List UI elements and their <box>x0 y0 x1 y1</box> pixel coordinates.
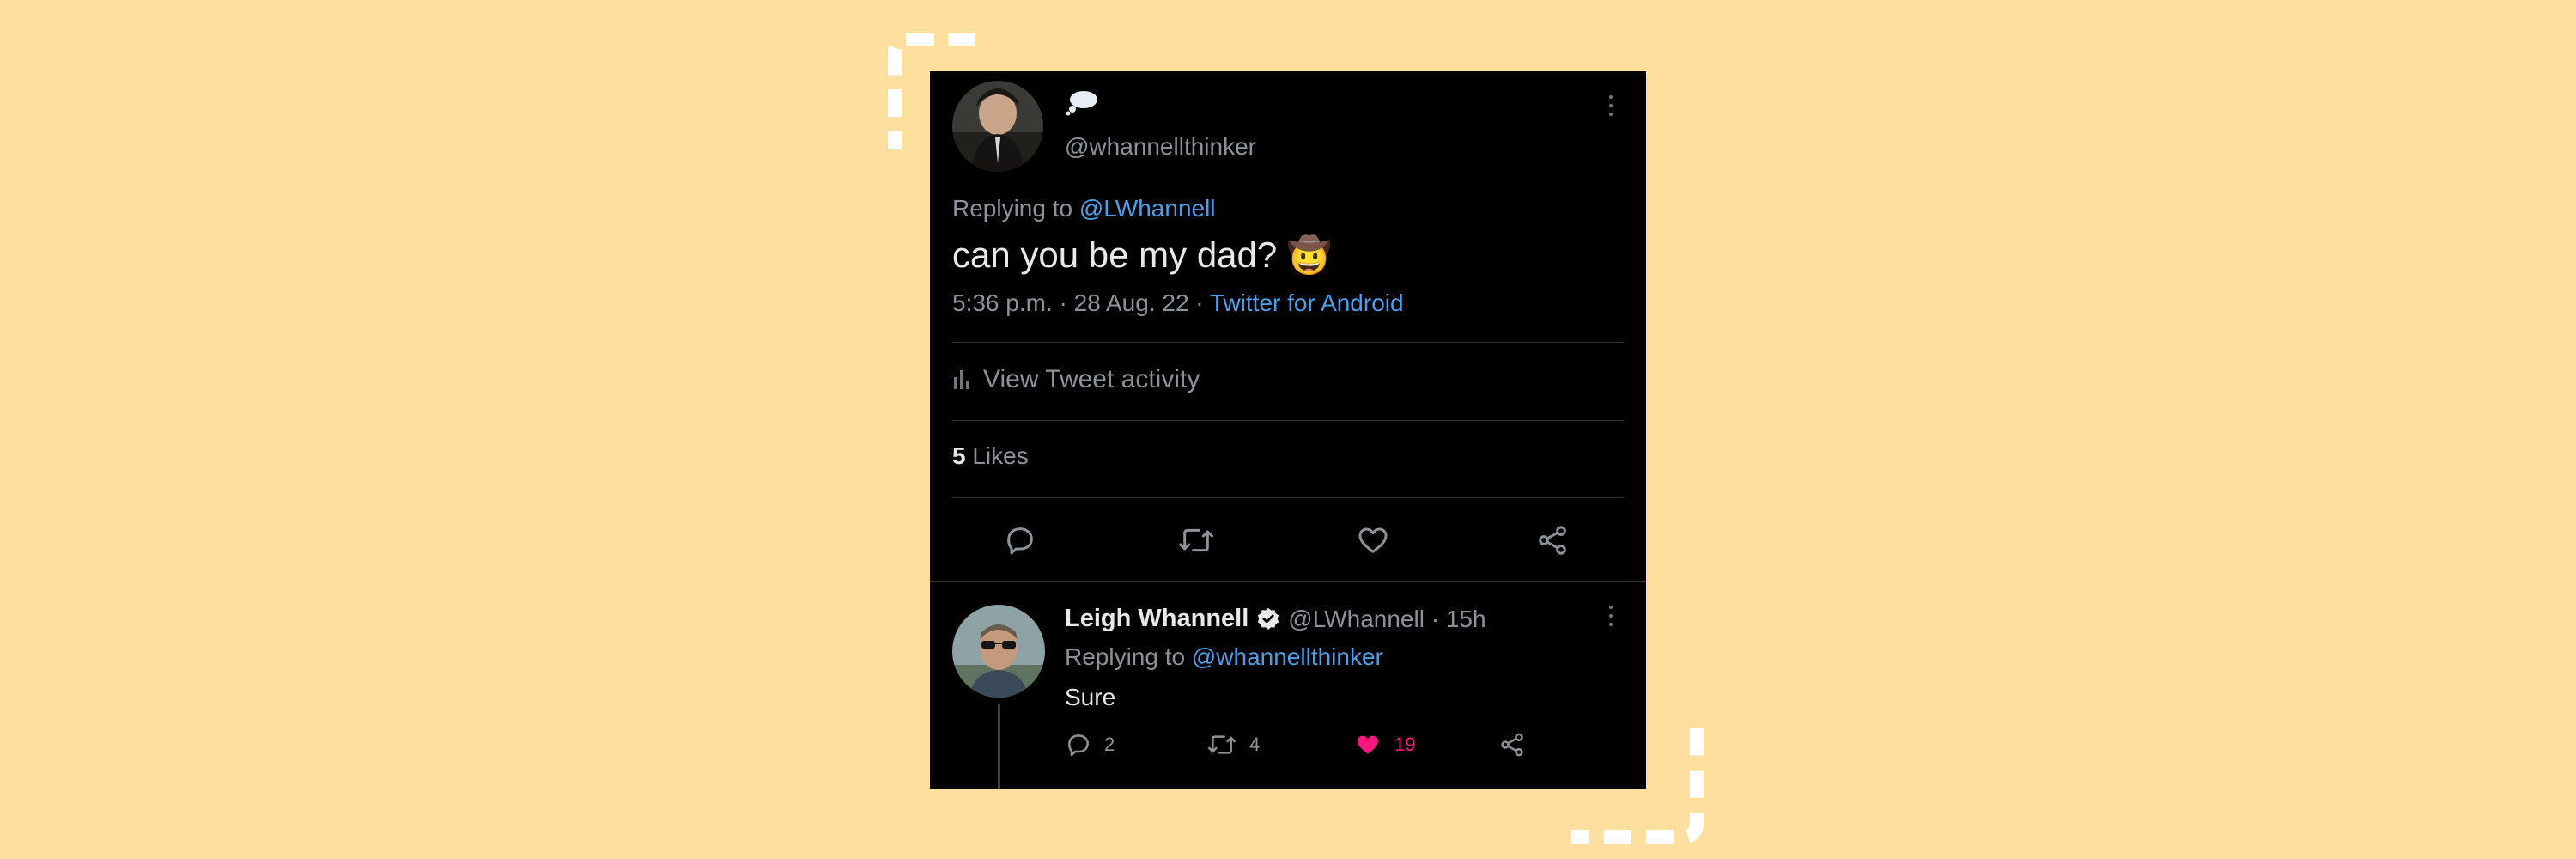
thought-bubble-icon <box>1065 88 1099 116</box>
reply-reply-button[interactable]: 2 <box>1065 731 1115 758</box>
reply-text: Sure <box>1065 684 1116 710</box>
share-button[interactable] <box>1535 523 1570 557</box>
thread-line <box>998 704 1000 789</box>
divider <box>952 497 1624 498</box>
reply-share-button[interactable] <box>1498 731 1526 758</box>
likes-summary[interactable]: 5 Likes <box>952 442 1029 470</box>
share-icon <box>1539 526 1566 555</box>
author-handle[interactable]: @whannellthinker <box>1065 133 1256 161</box>
reply-author-avatar[interactable] <box>952 605 1045 698</box>
tweet-thread-card: @whannellthinker Replying to @LWhannell … <box>930 71 1646 789</box>
view-tweet-activity-label: View Tweet activity <box>983 365 1200 393</box>
author-avatar[interactable] <box>952 81 1043 172</box>
reply-button[interactable] <box>1003 523 1037 557</box>
reply-retweet-button[interactable]: 4 <box>1206 731 1260 758</box>
divider <box>930 581 1646 582</box>
reply-reply-count: 2 <box>1104 734 1115 755</box>
divider <box>952 420 1624 421</box>
like-filled-icon <box>1358 735 1378 754</box>
replying-to-line: Replying to @LWhannell <box>952 195 1216 222</box>
reply-replying-to-mention[interactable]: @whannellthinker <box>1192 643 1383 670</box>
likes-label: Likes <box>972 442 1029 469</box>
reply-icon <box>1007 527 1033 555</box>
like-icon <box>1358 527 1388 553</box>
reply-author-name[interactable]: Leigh Whannell <box>1065 605 1249 633</box>
reply-more-options-icon[interactable] <box>1608 606 1613 626</box>
view-tweet-activity-button[interactable]: View Tweet activity <box>952 365 1200 394</box>
share-icon <box>1501 733 1523 757</box>
tweet-source[interactable]: Twitter for Android <box>1210 289 1404 316</box>
reply-retweet-count: 4 <box>1249 734 1261 755</box>
tweet-meta: 5:36 p.m. · 28 Aug. 22 · Twitter for And… <box>952 289 1404 317</box>
replying-to-label: Replying to <box>952 195 1073 222</box>
divider <box>952 342 1624 343</box>
tweet-timestamp[interactable]: 5:36 p.m. · 28 Aug. 22 · <box>952 289 1204 316</box>
more-options-icon[interactable] <box>1608 95 1613 116</box>
retweet-button[interactable] <box>1177 523 1215 557</box>
tweet-text: can you be my dad? 🤠 <box>952 235 1333 275</box>
retweet-icon <box>1208 735 1236 754</box>
reply-header: Leigh Whannell @LWhannell · 15h <box>1065 605 1486 633</box>
reply-replying-to-line: Replying to @whannellthinker <box>1065 643 1383 671</box>
retweet-icon <box>1179 528 1213 552</box>
reply-handle-time[interactable]: @LWhannell · 15h <box>1288 606 1485 633</box>
analytics-icon <box>954 370 969 389</box>
verified-badge-icon <box>1258 607 1279 630</box>
replying-to-mention[interactable]: @LWhannell <box>1079 195 1216 222</box>
reply-icon <box>1068 734 1089 757</box>
reply-replying-to-label: Replying to <box>1065 643 1186 670</box>
reply-like-button[interactable]: 19 <box>1353 731 1415 758</box>
reply-like-count: 19 <box>1394 734 1416 755</box>
like-button[interactable] <box>1355 523 1391 557</box>
likes-count: 5 <box>952 442 966 469</box>
